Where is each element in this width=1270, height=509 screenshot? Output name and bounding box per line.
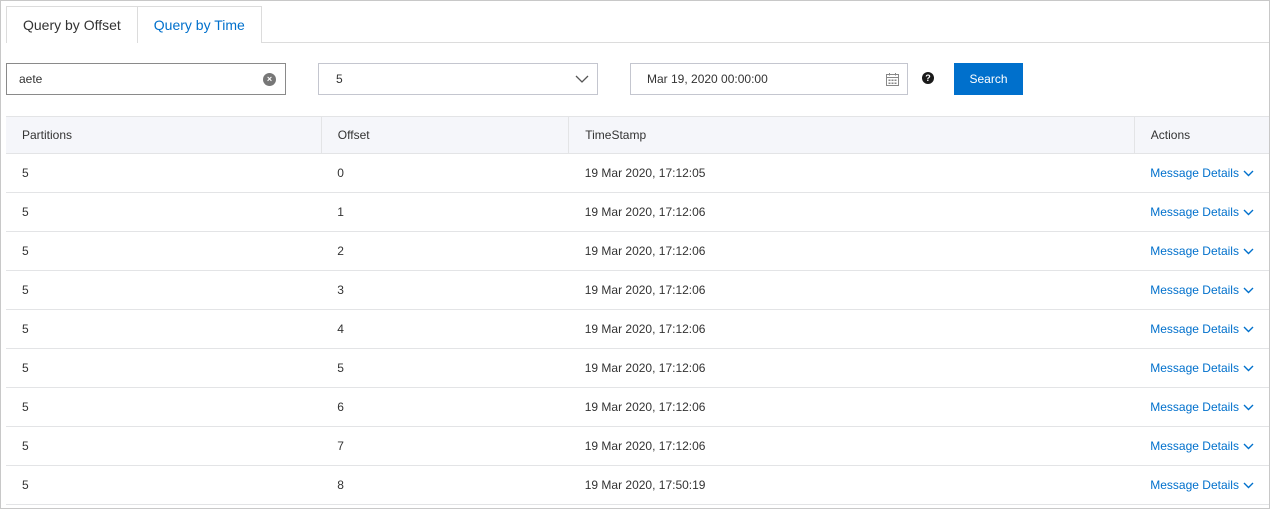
message-details-label: Message Details: [1150, 400, 1239, 414]
datetime-value: Mar 19, 2020 00:00:00: [647, 72, 768, 86]
message-details-label: Message Details: [1150, 361, 1239, 375]
cell-actions: Message Details: [1134, 271, 1269, 310]
cell-actions: Message Details: [1134, 466, 1269, 505]
chevron-down-icon: [1243, 248, 1254, 254]
cell-actions: Message Details: [1134, 232, 1269, 271]
cell-partition: 5: [22, 478, 29, 492]
chevron-down-icon: [1243, 287, 1254, 293]
cell-offset: 3: [337, 283, 344, 297]
chevron-down-icon: [1243, 404, 1254, 410]
calendar-icon: [886, 73, 899, 86]
cell-partition: 5: [22, 205, 29, 219]
chevron-down-icon: [1243, 326, 1254, 332]
cell-partition: 5: [22, 166, 29, 180]
cell-partition: 5: [22, 283, 29, 297]
cell-actions: Message Details: [1134, 154, 1269, 193]
topic-input[interactable]: [7, 72, 237, 86]
chevron-down-icon: [1243, 170, 1254, 176]
cell-timestamp: 19 Mar 2020, 17:12:06: [584, 322, 706, 336]
message-details-link[interactable]: Message Details: [1150, 400, 1254, 414]
table-header-row: Partitions Offset TimeStamp Actions: [6, 116, 1269, 154]
cell-actions: Message Details: [1134, 349, 1269, 388]
clear-icon[interactable]: ×: [263, 73, 276, 86]
message-details-label: Message Details: [1150, 478, 1239, 492]
cell-offset: 2: [337, 244, 344, 258]
table-row: 5 2 19 Mar 2020, 17:12:06 Message Details: [6, 232, 1269, 271]
cell-offset: 0: [337, 166, 344, 180]
tab-bar: Query by Offset Query by Time: [6, 6, 262, 44]
cell-timestamp: 19 Mar 2020, 17:12:06: [584, 283, 706, 297]
cell-timestamp: 19 Mar 2020, 17:12:06: [584, 400, 706, 414]
header-timestamp: TimeStamp: [568, 116, 1135, 154]
message-details-link[interactable]: Message Details: [1150, 166, 1254, 180]
datetime-picker[interactable]: Mar 19, 2020 00:00:00: [630, 63, 908, 95]
table-body: 5 0 19 Mar 2020, 17:12:05 Message Details 5 1…: [6, 154, 1269, 505]
cell-actions: Message Details: [1134, 193, 1269, 232]
cell-timestamp: 19 Mar 2020, 17:12:06: [584, 244, 706, 258]
cell-actions: Message Details: [1134, 310, 1269, 349]
table-row: 5 5 19 Mar 2020, 17:12:06 Message Details: [6, 349, 1269, 388]
message-details-label: Message Details: [1150, 283, 1239, 297]
chevron-down-icon: [575, 75, 589, 83]
message-details-label: Message Details: [1150, 244, 1239, 258]
query-panel: Query by Offset Query by Time × 5 Mar 19…: [0, 0, 1270, 509]
cell-timestamp: 19 Mar 2020, 17:50:19: [584, 478, 706, 492]
partition-select-value: 5: [336, 72, 343, 86]
search-button[interactable]: Search: [954, 63, 1023, 95]
chevron-down-icon: [1243, 365, 1254, 371]
message-details-label: Message Details: [1150, 166, 1239, 180]
message-details-link[interactable]: Message Details: [1150, 205, 1254, 219]
message-details-link[interactable]: Message Details: [1150, 322, 1254, 336]
cell-timestamp: 19 Mar 2020, 17:12:06: [584, 361, 706, 375]
cell-actions: Message Details: [1134, 388, 1269, 427]
message-details-link[interactable]: Message Details: [1150, 244, 1254, 258]
table-row: 5 3 19 Mar 2020, 17:12:06 Message Details: [6, 271, 1269, 310]
cell-actions: Message Details: [1134, 427, 1269, 466]
header-actions: Actions: [1133, 116, 1269, 154]
chevron-down-icon: [1243, 209, 1254, 215]
cell-offset: 4: [337, 322, 344, 336]
cell-offset: 8: [337, 478, 344, 492]
message-details-label: Message Details: [1150, 205, 1239, 219]
table-row: 5 4 19 Mar 2020, 17:12:06 Message Details: [6, 310, 1269, 349]
message-details-link[interactable]: Message Details: [1150, 361, 1254, 375]
chevron-down-icon: [1243, 482, 1254, 488]
message-details-link[interactable]: Message Details: [1150, 283, 1254, 297]
cell-offset: 6: [337, 400, 344, 414]
cell-partition: 5: [22, 400, 29, 414]
header-partitions: Partitions: [6, 116, 322, 154]
chevron-down-icon: [1243, 443, 1254, 449]
header-offset: Offset: [320, 116, 569, 154]
table-row: 5 1 19 Mar 2020, 17:12:06 Message Details: [6, 193, 1269, 232]
cell-timestamp: 19 Mar 2020, 17:12:06: [584, 439, 706, 453]
cell-offset: 7: [337, 439, 344, 453]
tab-query-by-time[interactable]: Query by Time: [136, 6, 262, 44]
topic-input-wrapper: ×: [6, 63, 286, 95]
cell-offset: 5: [337, 361, 344, 375]
partition-select[interactable]: 5: [318, 63, 598, 95]
table-row: 5 6 19 Mar 2020, 17:12:06 Message Details: [6, 388, 1269, 427]
table-row: 5 0 19 Mar 2020, 17:12:05 Message Details: [6, 154, 1269, 193]
cell-partition: 5: [22, 322, 29, 336]
tab-query-by-offset[interactable]: Query by Offset: [6, 6, 138, 43]
cell-partition: 5: [22, 439, 29, 453]
message-details-label: Message Details: [1150, 439, 1239, 453]
cell-timestamp: 19 Mar 2020, 17:12:05: [584, 166, 706, 180]
cell-partition: 5: [22, 361, 29, 375]
help-icon[interactable]: ?: [922, 72, 934, 84]
cell-partition: 5: [22, 244, 29, 258]
message-details-link[interactable]: Message Details: [1150, 478, 1254, 492]
table-row: 5 7 19 Mar 2020, 17:12:06 Message Details: [6, 427, 1269, 466]
table-row: 5 8 19 Mar 2020, 17:50:19 Message Details: [6, 466, 1269, 505]
cell-offset: 1: [337, 205, 344, 219]
message-table: Partitions Offset TimeStamp Actions 5 0 19…: [6, 116, 1269, 505]
message-details-label: Message Details: [1150, 322, 1239, 336]
message-details-link[interactable]: Message Details: [1150, 439, 1254, 453]
cell-timestamp: 19 Mar 2020, 17:12:06: [584, 205, 706, 219]
